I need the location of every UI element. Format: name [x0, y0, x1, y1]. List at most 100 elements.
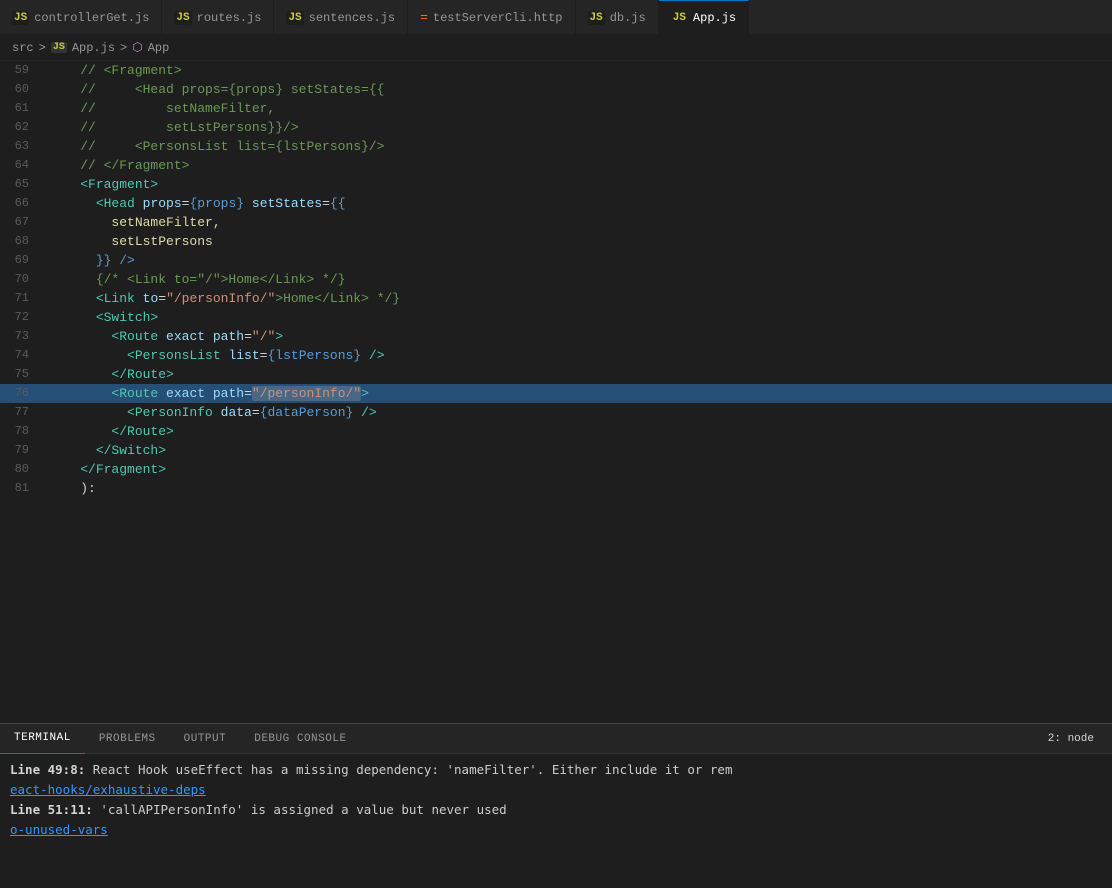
tab-label-sentences: sentences.js	[309, 11, 395, 25]
line-row: 73 <Route exact path="/">	[0, 327, 1112, 346]
code-token	[49, 272, 96, 287]
code-token	[158, 386, 166, 401]
code-token: list	[228, 348, 259, 363]
breadcrumb-component-icon: ⬡	[132, 40, 142, 55]
terminal-tab-terminal[interactable]: TERMINAL	[0, 724, 85, 754]
line-row: 76 <Route exact path="/personInfo/">	[0, 384, 1112, 403]
tab-controllerGet[interactable]: JScontrollerGet.js	[0, 0, 162, 35]
line-content: // <Fragment>	[45, 61, 1112, 80]
line-number: 74	[0, 346, 45, 365]
code-token: >Home</Link> */}	[275, 291, 400, 306]
breadcrumb-js-icon: JS	[51, 42, 67, 53]
code-token: // </Fragment>	[49, 158, 189, 173]
code-token	[49, 215, 111, 230]
line-row: 61 // setNameFilter,	[0, 99, 1112, 118]
line-content: setLstPersons	[45, 232, 1112, 251]
tab-routes[interactable]: JSroutes.js	[162, 0, 274, 35]
terminal-tab-debug-console[interactable]: DEBUG CONSOLE	[240, 724, 360, 754]
tab-bar: JScontrollerGet.jsJSroutes.jsJSsentences…	[0, 0, 1112, 35]
code-token: =	[244, 329, 252, 344]
line-row: 64 // </Fragment>	[0, 156, 1112, 175]
line-content: <Link to="/personInfo/">Home</Link> */}	[45, 289, 1112, 308]
line-content: ):	[45, 479, 1112, 498]
line-content: <Switch>	[45, 308, 1112, 327]
code-token: <Link	[96, 291, 135, 306]
line-content: <PersonsList list={lstPersons} />	[45, 346, 1112, 365]
code-token	[49, 291, 96, 306]
code-token: path	[213, 386, 244, 401]
code-area: 59 // <Fragment>60 // <Head props={props…	[0, 61, 1112, 723]
tab-App[interactable]: JS App.js	[659, 0, 749, 35]
code-token: {lstPersons}	[267, 348, 361, 363]
line-number: 60	[0, 80, 45, 99]
code-token	[205, 329, 213, 344]
code-token: props	[143, 196, 182, 211]
line-row: 66 <Head props={props} setStates={{	[0, 194, 1112, 213]
line-row: 71 <Link to="/personInfo/">Home</Link> *…	[0, 289, 1112, 308]
code-token: {/* <Link to="/">Home</Link> */}	[96, 272, 346, 287]
line-number: 61	[0, 99, 45, 118]
code-token	[135, 196, 143, 211]
line-row: 78 </Route>	[0, 422, 1112, 441]
tab-sentences[interactable]: JS sentences.js	[274, 0, 408, 35]
line-content: // <Head props={props} setStates={{	[45, 80, 1112, 99]
code-scroll[interactable]: 59 // <Fragment>60 // <Head props={props…	[0, 61, 1112, 723]
line-number: 76	[0, 384, 45, 403]
tab-label-db: db.js	[610, 11, 646, 25]
terminal-text[interactable]: o-unused-vars	[10, 822, 108, 837]
line-content: // setNameFilter,	[45, 99, 1112, 118]
code-token	[49, 386, 111, 401]
code-token	[49, 443, 96, 458]
code-token: <PersonsList	[127, 348, 221, 363]
line-content: </Route>	[45, 422, 1112, 441]
code-token: ):	[49, 481, 96, 496]
line-number: 66	[0, 194, 45, 213]
terminal-line: eact-hooks/exhaustive-deps	[10, 780, 1102, 800]
line-content: <Head props={props} setStates={{	[45, 194, 1112, 213]
tab-icon-App: JS	[671, 11, 688, 25]
tab-testServerCli[interactable]: =testServerCli.http	[408, 0, 575, 35]
code-token: </Route>	[111, 367, 173, 382]
code-token: =	[244, 386, 252, 401]
line-row: 75 </Route>	[0, 365, 1112, 384]
code-token: // <PersonsList list={lstPersons}/>	[49, 139, 384, 154]
line-content: </Route>	[45, 365, 1112, 384]
code-token: "/personInfo/"	[252, 386, 361, 401]
line-content: // </Fragment>	[45, 156, 1112, 175]
code-token: {dataPerson}	[260, 405, 354, 420]
code-token	[49, 462, 80, 477]
line-number: 64	[0, 156, 45, 175]
breadcrumb-component: App	[148, 41, 170, 55]
code-token: // <Head props={props} setStates={{	[49, 82, 384, 97]
terminal-text: 'callAPIPersonInfo' is assigned a value …	[93, 802, 507, 817]
code-token: =	[322, 196, 330, 211]
line-content: }} />	[45, 251, 1112, 270]
code-token: <Route	[111, 386, 158, 401]
line-number: 79	[0, 441, 45, 460]
line-number: 77	[0, 403, 45, 422]
tab-icon-routes: JS	[174, 11, 191, 25]
line-row: 74 <PersonsList list={lstPersons} />	[0, 346, 1112, 365]
terminal-line: Line 49:8: React Hook useEffect has a mi…	[10, 760, 1102, 780]
terminal-line: o-unused-vars	[10, 820, 1102, 840]
breadcrumb: src > JS App.js > ⬡ App	[0, 35, 1112, 61]
line-row: 72 <Switch>	[0, 308, 1112, 327]
terminal-tab-output[interactable]: OUTPUT	[170, 724, 241, 754]
terminal-text: Line 49:8:	[10, 762, 85, 777]
terminal-content[interactable]: Line 49:8: React Hook useEffect has a mi…	[0, 754, 1112, 888]
terminal-tab-problems[interactable]: PROBLEMS	[85, 724, 170, 754]
line-content: <PersonInfo data={dataPerson} />	[45, 403, 1112, 422]
code-token	[49, 234, 111, 249]
line-row: 62 // setLstPersons}}/>	[0, 118, 1112, 137]
tab-icon-sentences: JS	[286, 11, 303, 25]
line-number: 69	[0, 251, 45, 270]
line-number: 81	[0, 479, 45, 498]
terminal-text[interactable]: eact-hooks/exhaustive-deps	[10, 782, 206, 797]
line-row: 77 <PersonInfo data={dataPerson} />	[0, 403, 1112, 422]
tab-label-App: App.js	[693, 11, 736, 25]
line-row: 60 // <Head props={props} setStates={{	[0, 80, 1112, 99]
code-token: >	[361, 386, 369, 401]
tab-db[interactable]: JSdb.js	[576, 0, 659, 35]
code-token: </Route>	[111, 424, 173, 439]
line-row: 68 setLstPersons	[0, 232, 1112, 251]
